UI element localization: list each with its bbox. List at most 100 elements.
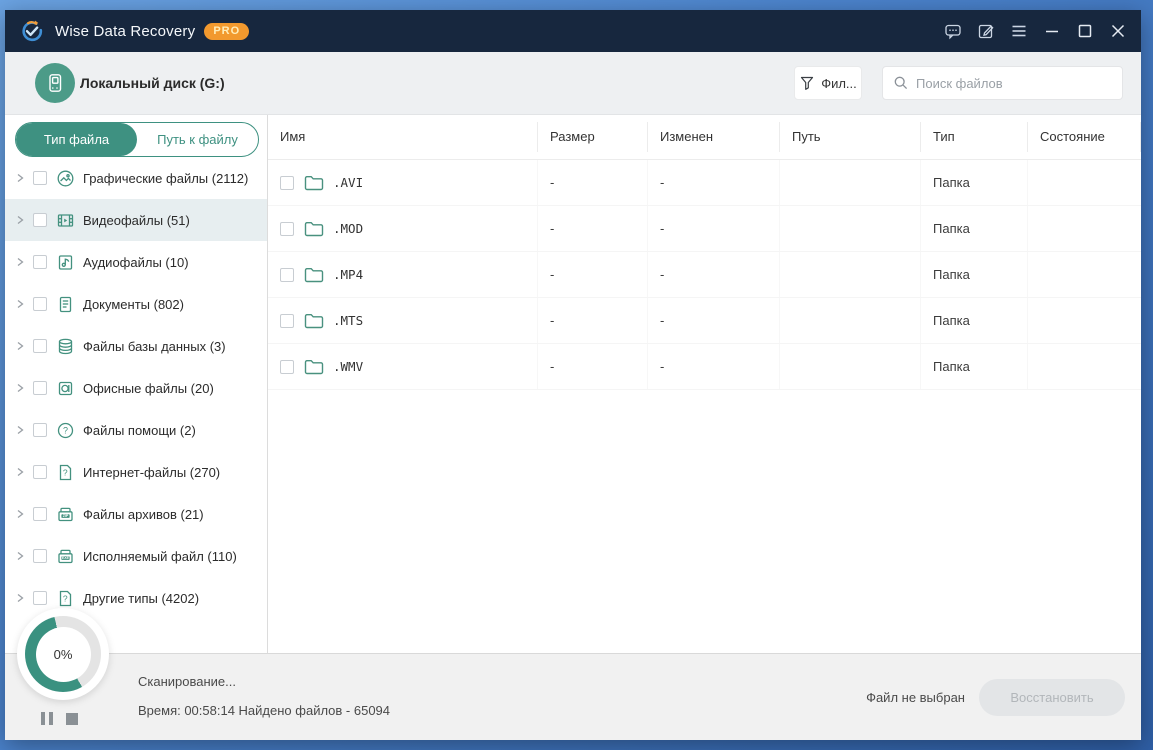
checkbox[interactable] bbox=[280, 221, 294, 236]
sidebar-item-documents[interactable]: Документы (802) bbox=[5, 283, 267, 325]
restore-button[interactable]: Восстановить bbox=[979, 678, 1125, 716]
file-state-cell bbox=[1028, 252, 1141, 297]
stop-button[interactable] bbox=[66, 712, 78, 725]
app-logo-icon bbox=[19, 18, 45, 44]
file-name-cell: .MOD bbox=[268, 206, 538, 251]
tab-file-path[interactable]: Путь к файлу bbox=[137, 123, 258, 156]
app-title: Wise Data Recovery bbox=[55, 22, 196, 40]
filter-button[interactable]: Фил... bbox=[794, 66, 862, 100]
chevron-right-icon[interactable] bbox=[15, 551, 25, 561]
folder-icon bbox=[304, 174, 324, 191]
menu-icon[interactable] bbox=[1010, 22, 1028, 40]
file-path-cell bbox=[780, 252, 921, 297]
chevron-right-icon[interactable] bbox=[15, 509, 25, 519]
edit-icon[interactable] bbox=[977, 22, 995, 40]
filter-icon bbox=[799, 75, 815, 91]
chevron-right-icon[interactable] bbox=[15, 257, 25, 267]
content: Тип файла Путь к файлу Графические файлы… bbox=[5, 115, 1141, 653]
checkbox[interactable] bbox=[33, 423, 47, 437]
sidebar-item-label: Видеофайлы (51) bbox=[83, 212, 190, 228]
file-modified-cell: - bbox=[648, 160, 780, 205]
sidebar-item-video-files[interactable]: Видеофайлы (51) bbox=[5, 199, 267, 241]
progress-percent: 0% bbox=[35, 626, 91, 682]
file-type-cell: Папка bbox=[921, 160, 1028, 205]
chevron-right-icon[interactable] bbox=[15, 593, 25, 603]
checkbox[interactable] bbox=[33, 339, 47, 353]
sidebar-item-database-files[interactable]: Файлы базы данных (3) bbox=[5, 325, 267, 367]
search-input[interactable] bbox=[916, 75, 1112, 91]
chevron-right-icon[interactable] bbox=[15, 425, 25, 435]
header: Локальный диск (G:) Фил... bbox=[5, 52, 1141, 115]
svg-text:?: ? bbox=[63, 425, 68, 435]
checkbox[interactable] bbox=[280, 175, 294, 190]
file-size-cell: - bbox=[538, 206, 648, 251]
sidebar-item-archive-files[interactable]: ZIP Файлы архивов (21) bbox=[5, 493, 267, 535]
checkbox[interactable] bbox=[33, 171, 47, 185]
file-state-cell bbox=[1028, 344, 1141, 389]
file-name-cell: .WMV bbox=[268, 344, 538, 389]
table-row[interactable]: .MTS - - Папка bbox=[268, 298, 1141, 344]
close-icon[interactable] bbox=[1109, 22, 1127, 40]
svg-text:?: ? bbox=[63, 467, 68, 477]
search-box[interactable] bbox=[882, 66, 1123, 100]
sidebar-item-label: Файлы базы данных (3) bbox=[83, 338, 226, 354]
table-row[interactable]: .MOD - - Папка bbox=[268, 206, 1141, 252]
checkbox[interactable] bbox=[280, 267, 294, 282]
sidebar-item-audio-files[interactable]: Аудиофайлы (10) bbox=[5, 241, 267, 283]
file-modified-cell: - bbox=[648, 344, 780, 389]
svg-text:?: ? bbox=[63, 593, 68, 603]
checkbox[interactable] bbox=[33, 549, 47, 563]
maximize-icon[interactable] bbox=[1076, 22, 1094, 40]
file-state-cell bbox=[1028, 160, 1141, 205]
file-type-cell: Папка bbox=[921, 344, 1028, 389]
chevron-right-icon[interactable] bbox=[15, 467, 25, 477]
sidebar-item-internet-files[interactable]: ? Интернет-файлы (270) bbox=[5, 451, 267, 493]
column-header[interactable]: Тип bbox=[921, 122, 1028, 152]
file-modified-cell: - bbox=[648, 206, 780, 251]
checkbox[interactable] bbox=[33, 213, 47, 227]
checkbox[interactable] bbox=[33, 507, 47, 521]
table-row[interactable]: .MP4 - - Папка bbox=[268, 252, 1141, 298]
office-file-icon bbox=[56, 379, 75, 398]
column-header[interactable]: Путь bbox=[780, 122, 921, 152]
tab-file-type[interactable]: Тип файла bbox=[16, 123, 137, 156]
chevron-right-icon[interactable] bbox=[15, 173, 25, 183]
chevron-right-icon[interactable] bbox=[15, 299, 25, 309]
file-modified-cell: - bbox=[648, 252, 780, 297]
drive-icon[interactable] bbox=[35, 63, 75, 103]
file-path-cell bbox=[780, 160, 921, 205]
file-name: .WMV bbox=[333, 359, 364, 374]
checkbox[interactable] bbox=[280, 313, 294, 328]
file-size-cell: - bbox=[538, 160, 648, 205]
column-header[interactable]: Имя bbox=[268, 122, 538, 152]
sidebar-item-graphic-files[interactable]: Графические файлы (2112) bbox=[5, 157, 267, 199]
checkbox[interactable] bbox=[33, 591, 47, 605]
file-name: .MOD bbox=[333, 221, 364, 236]
chevron-right-icon[interactable] bbox=[15, 383, 25, 393]
column-header[interactable]: Изменен bbox=[648, 122, 780, 152]
column-header[interactable]: Размер bbox=[538, 122, 648, 152]
sidebar-item-office-files[interactable]: Офисные файлы (20) bbox=[5, 367, 267, 409]
chevron-right-icon[interactable] bbox=[15, 341, 25, 351]
scan-status-text: Сканирование... bbox=[138, 674, 236, 689]
file-type-tree: Графические файлы (2112) Видеофайлы (51) А… bbox=[5, 157, 267, 619]
file-state-cell bbox=[1028, 206, 1141, 251]
minimize-icon[interactable] bbox=[1043, 22, 1061, 40]
checkbox[interactable] bbox=[33, 381, 47, 395]
chevron-right-icon[interactable] bbox=[15, 215, 25, 225]
checkbox[interactable] bbox=[33, 465, 47, 479]
sidebar-item-help-files[interactable]: ? Файлы помощи (2) bbox=[5, 409, 267, 451]
checkbox[interactable] bbox=[33, 255, 47, 269]
checkbox[interactable] bbox=[280, 359, 294, 374]
feedback-icon[interactable] bbox=[944, 22, 962, 40]
audio-file-icon bbox=[56, 253, 75, 272]
checkbox[interactable] bbox=[33, 297, 47, 311]
table-row[interactable]: .WMV - - Папка bbox=[268, 344, 1141, 390]
pause-button[interactable] bbox=[41, 712, 53, 725]
table-row[interactable]: .AVI - - Папка bbox=[268, 160, 1141, 206]
archive-file-icon: ZIP bbox=[56, 505, 75, 524]
results-panel: Имя Размер Изменен Путь Тип Состояние .AVI - - П… bbox=[268, 115, 1141, 653]
table-body: .AVI - - Папка .MOD - - Папка .MP4- - Папка .MTS - - П… bbox=[268, 160, 1141, 390]
column-header[interactable]: Состояние bbox=[1028, 122, 1141, 152]
sidebar-item-executable-files[interactable]: EXE Исполняемый файл (110) bbox=[5, 535, 267, 577]
